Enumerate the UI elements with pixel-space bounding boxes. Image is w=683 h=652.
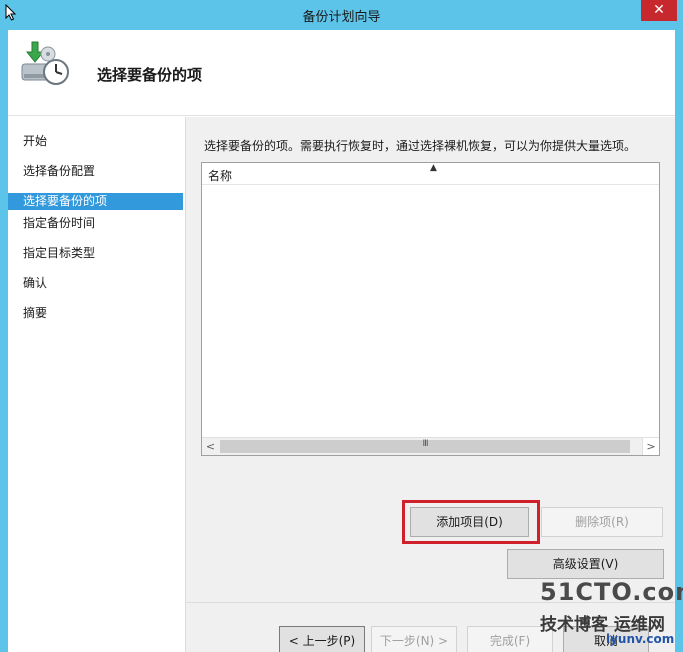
advanced-settings-button[interactable]: 高级设置(V) — [507, 549, 664, 579]
step-summary: 摘要 — [23, 306, 48, 320]
page-title: 选择要备份的项 — [97, 66, 203, 84]
items-list[interactable]: 名称 ▲ < III > — [201, 162, 660, 456]
wizard-steps-sidebar: 开始 选择备份配置 选择要备份的项 指定备份时间 指定目标类型 确认 摘要 — [8, 117, 186, 652]
title-bar[interactable]: 备份计划向导 ✕ — [0, 0, 683, 30]
step-select-config: 选择备份配置 — [23, 164, 96, 178]
highlight-box — [402, 500, 540, 544]
window-title: 备份计划向导 — [302, 10, 381, 25]
close-button[interactable]: ✕ — [641, 0, 677, 21]
backup-wizard-window: 备份计划向导 ✕ 选择要备份的项 开始 选择备份配置 选择要备份的项 指定备份时… — [0, 0, 683, 652]
next-button[interactable]: 下一步(N) > — [371, 626, 457, 652]
remove-item-button[interactable]: 删除项(R) — [541, 507, 663, 537]
step-select-items: 选择要备份的项 — [8, 193, 183, 210]
list-header[interactable]: 名称 ▲ — [202, 163, 659, 185]
horizontal-scrollbar[interactable]: < III > — [202, 437, 659, 455]
column-name-header[interactable]: 名称 — [208, 167, 232, 184]
sort-ascending-icon: ▲ — [430, 163, 437, 173]
finish-button[interactable]: 完成(F) — [467, 626, 553, 652]
cancel-button[interactable]: 取消 — [563, 626, 649, 652]
step-backup-time: 指定备份时间 — [23, 216, 96, 230]
wizard-content: 选择要备份的项。需要执行恢复时，通过选择裸机恢复，可以为你提供大量选项。 名称 … — [186, 117, 675, 652]
scrollbar-thumb[interactable]: III — [220, 439, 630, 453]
footer-divider — [186, 602, 675, 603]
scrollbar-grip-icon: III — [422, 439, 429, 449]
instruction-text: 选择要备份的项。需要执行恢复时，通过选择裸机恢复，可以为你提供大量选项。 — [204, 139, 637, 153]
back-button[interactable]: < 上一步(P) — [279, 626, 365, 652]
wizard-client-area: 选择要备份的项 开始 选择备份配置 选择要备份的项 指定备份时间 指定目标类型 … — [8, 30, 675, 652]
scroll-left-icon[interactable]: < — [202, 438, 219, 455]
step-confirm: 确认 — [23, 276, 48, 290]
step-start: 开始 — [23, 134, 48, 148]
list-body[interactable] — [202, 186, 659, 437]
wizard-header: 选择要备份的项 — [8, 30, 675, 116]
step-target-type: 指定目标类型 — [23, 246, 96, 260]
backup-clock-icon — [18, 40, 70, 88]
scroll-right-icon[interactable]: > — [642, 438, 659, 455]
